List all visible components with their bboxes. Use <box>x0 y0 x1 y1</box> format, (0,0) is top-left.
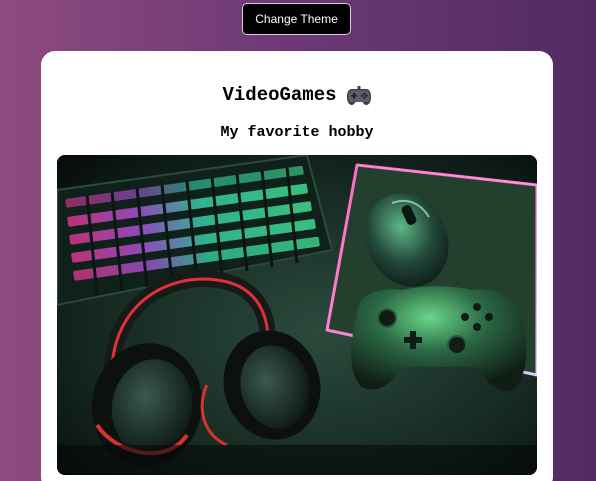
page-subtitle: My favorite hobby <box>220 124 374 141</box>
gamepad-icon <box>346 84 372 106</box>
title-text: VideoGames <box>222 84 337 106</box>
page-title: VideoGames <box>41 84 553 106</box>
change-theme-button[interactable]: Change Theme <box>242 3 351 35</box>
gaming-setup-photo <box>57 155 537 475</box>
content-card: VideoGames My favorite hobby <box>41 51 553 481</box>
